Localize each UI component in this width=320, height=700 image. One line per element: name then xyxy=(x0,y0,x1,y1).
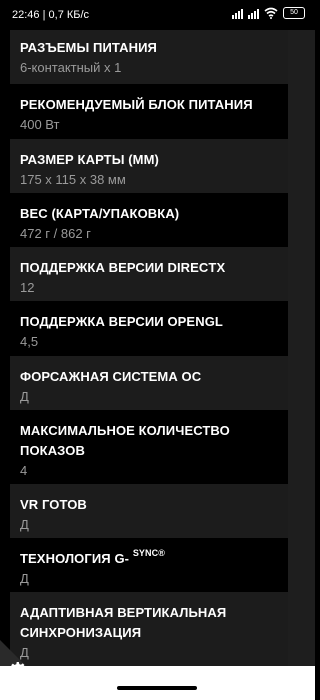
navigation-area xyxy=(0,666,315,700)
spec-row-gsync: ТЕХНОЛОГИЯ G- SYNC® Д xyxy=(10,538,288,592)
status-icons: 50 xyxy=(232,7,305,19)
network-speed: 0,7 КБ/с xyxy=(48,9,90,21)
signal-icon-2 xyxy=(248,7,259,19)
signal-icon xyxy=(232,7,243,19)
spec-value: Д xyxy=(20,517,29,532)
spec-row-power-connectors: РАЗЪЕМЫ ПИТАНИЯ 6-контактный x 1 xyxy=(10,30,288,84)
spec-value: 6-контактный x 1 xyxy=(20,60,122,75)
spec-label: ПОДДЕРЖКА ВЕРСИИ OPENGL xyxy=(20,314,223,329)
spec-row-vr-ready: VR ГОТОВ Д xyxy=(10,484,288,538)
battery-level: 50 xyxy=(290,9,298,16)
scroll-gutter xyxy=(288,30,315,666)
spec-row-recommended-psu: РЕКОМЕНДУЕМЫЙ БЛОК ПИТАНИЯ 400 Вт xyxy=(10,84,288,139)
spec-label-text: ТЕХНОЛОГИЯ G- xyxy=(20,551,130,566)
spec-value: 4 xyxy=(20,463,28,478)
spec-label: АДАПТИВНАЯ ВЕРТИКАЛЬНАЯ СИНХРОНИЗАЦИЯ xyxy=(20,605,227,640)
clock: 22:46 xyxy=(12,9,40,21)
spec-value: Д xyxy=(20,571,29,586)
spec-list[interactable]: РАЗЪЕМЫ ПИТАНИЯ 6-контактный x 1 РЕКОМЕН… xyxy=(10,30,288,666)
spec-label: ФОРСАЖНАЯ СИСТЕМА ОС xyxy=(20,369,202,384)
spec-value: 12 xyxy=(20,280,35,295)
spec-row-opengl: ПОДДЕРЖКА ВЕРСИИ OPENGL 4,5 xyxy=(10,301,288,356)
spec-value: 4,5 xyxy=(20,334,39,349)
spec-label: VR ГОТОВ xyxy=(20,497,87,512)
spec-row-max-displays: МАКСИМАЛЬНОЕ КОЛИЧЕСТВО ПОКАЗОВ 4 xyxy=(10,410,288,484)
spec-label-sup: SYNC® xyxy=(132,548,165,558)
status-time: 22:46 | 0,7 КБ/с xyxy=(12,9,90,21)
spec-label: ТЕХНОЛОГИЯ G- SYNC® xyxy=(20,549,278,569)
spec-row-card-size: РАЗМЕР КАРТЫ (ММ) 175 x 115 x 38 мм xyxy=(10,139,288,193)
spec-label: ВЕС (КАРТА/УПАКОВКА) xyxy=(20,206,180,221)
spec-label: РАЗЪЕМЫ ПИТАНИЯ xyxy=(20,40,157,55)
status-bar: 22:46 | 0,7 КБ/с 50 xyxy=(0,0,315,30)
spec-value: 472 г / 862 г xyxy=(20,226,91,241)
spec-label: ПОДДЕРЖКА ВЕРСИИ DIRECTX xyxy=(20,260,226,275)
spec-row-weight: ВЕС (КАРТА/УПАКОВКА) 472 г / 862 г xyxy=(10,193,288,247)
spec-value: Д xyxy=(20,389,29,404)
battery-icon: 50 xyxy=(283,7,305,19)
spec-label: РЕКОМЕНДУЕМЫЙ БЛОК ПИТАНИЯ xyxy=(20,97,253,112)
spec-value: 175 x 115 x 38 мм xyxy=(20,172,126,187)
spec-row-oc-system: ФОРСАЖНАЯ СИСТЕМА ОС Д xyxy=(10,356,288,410)
spec-label: МАКСИМАЛЬНОЕ КОЛИЧЕСТВО ПОКАЗОВ xyxy=(20,423,230,458)
spec-label: РАЗМЕР КАРТЫ (ММ) xyxy=(20,152,159,167)
home-indicator[interactable] xyxy=(117,686,197,690)
wifi-icon xyxy=(264,7,278,19)
spec-value: 400 Вт xyxy=(20,117,60,132)
spec-row-directx: ПОДДЕРЖКА ВЕРСИИ DIRECTX 12 xyxy=(10,247,288,301)
